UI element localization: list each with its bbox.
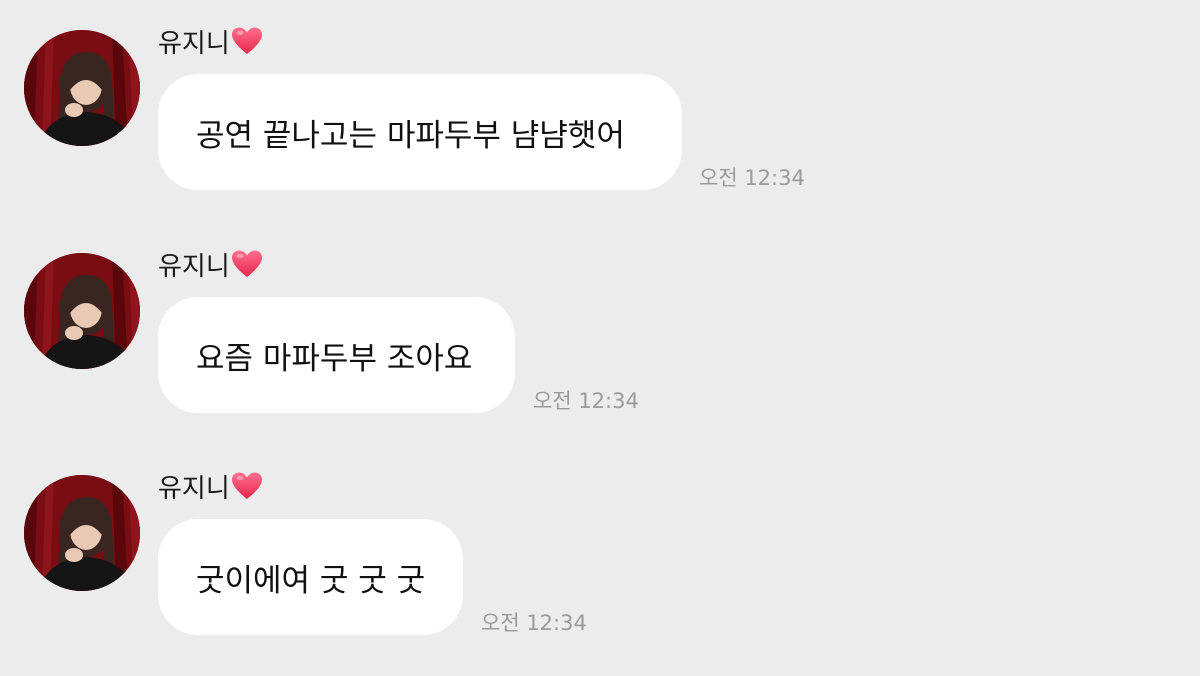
sender-name: 유지니: [158, 249, 263, 282]
sender-name-text: 유지니: [158, 28, 230, 59]
message-text: 요즘 마파두부 조아요: [196, 340, 473, 377]
message-timestamp: 오전 12:34: [699, 166, 805, 190]
chat-message: 유지니 굿이에여 굿 굿 굿 오전 12:34: [0, 445, 1200, 667]
sender-name: 유지니: [158, 26, 263, 59]
message-text: 공연 끝나고는 마파두부 냠냠햇어: [196, 117, 625, 154]
sender-name: 유지니: [158, 471, 263, 504]
message-bubble[interactable]: 요즘 마파두부 조아요: [158, 297, 515, 413]
message-timestamp: 오전 12:34: [533, 389, 639, 413]
message-timestamp: 오전 12:34: [481, 611, 587, 635]
message-bubble[interactable]: 굿이에여 굿 굿 굿: [158, 519, 463, 635]
avatar[interactable]: [24, 475, 140, 591]
message-text: 굿이에여 굿 굿 굿: [196, 562, 426, 599]
chat-view[interactable]: 유지니 공연 끝나고는 마파두부 냠냠햇어 오전 12:34 유지니 요즘 마파…: [0, 0, 1200, 676]
sender-name-text: 유지니: [158, 251, 230, 282]
chat-message: 유지니 공연 끝나고는 마파두부 냠냠햇어 오전 12:34: [0, 0, 1200, 222]
sender-name-text: 유지니: [158, 473, 230, 504]
heart-icon: [231, 249, 263, 279]
chat-message: 유지니 요즘 마파두부 조아요 오전 12:34: [0, 223, 1200, 445]
avatar[interactable]: [24, 30, 140, 146]
heart-icon: [231, 26, 263, 56]
heart-icon: [231, 471, 263, 501]
avatar[interactable]: [24, 253, 140, 369]
message-bubble[interactable]: 공연 끝나고는 마파두부 냠냠햇어: [158, 74, 682, 190]
